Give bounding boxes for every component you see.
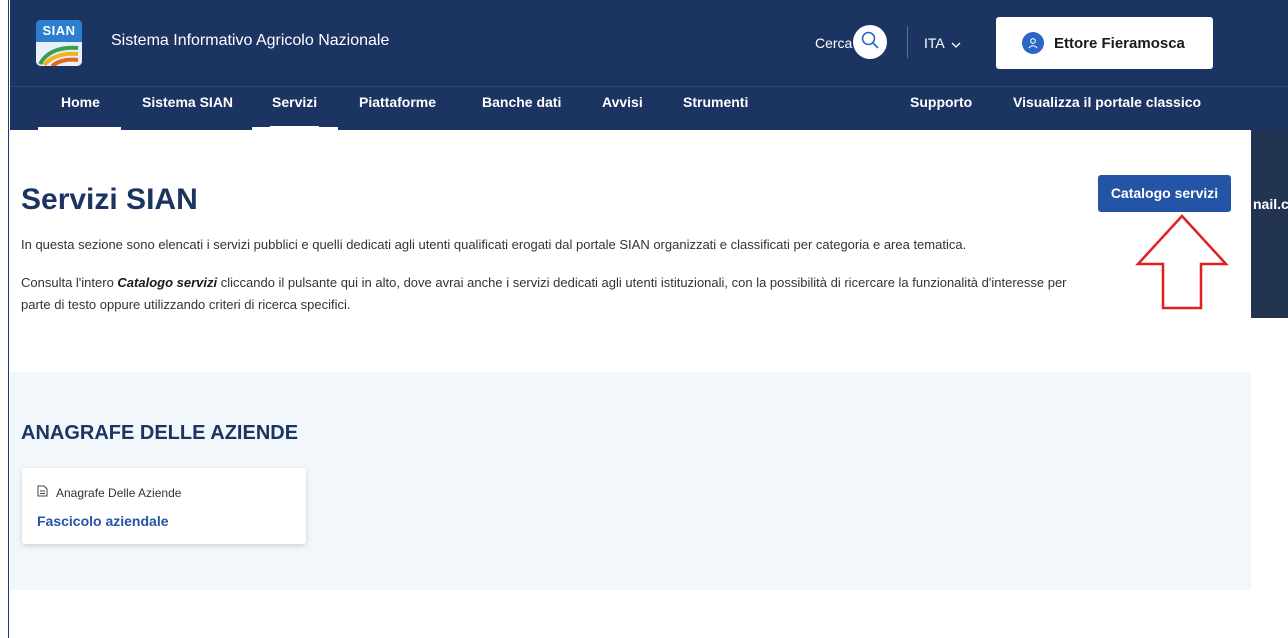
nav-label: Strumenti xyxy=(683,94,749,110)
section-title: ANAGRAFE DELLE AZIENDE xyxy=(21,422,299,444)
main-nav: Home Sistema SIAN Servizi Piattaforme Ba… xyxy=(10,86,1288,130)
nav-label: Home xyxy=(61,94,100,110)
user-name: Ettore Fieramosca xyxy=(1054,34,1185,52)
service-card[interactable]: Anagrafe Delle Aziende Fascicolo azienda… xyxy=(22,468,306,544)
nav-label: Visualizza il portale classico xyxy=(1013,94,1202,110)
chevron-down-icon xyxy=(951,35,961,51)
window-frame xyxy=(0,0,9,638)
arrow-up-annotation xyxy=(1135,214,1229,310)
catalog-emphasis: Catalogo servizi xyxy=(117,275,218,290)
side-banner-text: nail.co xyxy=(1253,196,1288,212)
user-icon xyxy=(1022,32,1044,54)
search-icon xyxy=(861,31,879,54)
nav-label: Piattaforme xyxy=(359,94,437,110)
header-divider xyxy=(907,26,908,58)
nav-underline-servizi xyxy=(252,127,338,130)
language-label: ITA xyxy=(924,35,945,51)
nav-servizi[interactable]: Servizi xyxy=(269,87,320,130)
nav-banche-dati[interactable]: Banche dati xyxy=(482,87,561,130)
fascicolo-aziendale-link[interactable]: Fascicolo aziendale xyxy=(37,513,169,529)
side-banner: nail.co xyxy=(1251,130,1288,318)
section-anagrafe: ANAGRAFE DELLE AZIENDE Anagrafe Delle Az… xyxy=(10,372,1251,590)
sian-logo[interactable]: SIAN xyxy=(36,20,82,66)
logo-text: SIAN xyxy=(36,20,82,42)
card-category: Anagrafe Delle Aziende xyxy=(37,485,181,500)
nav-underline-home xyxy=(38,127,121,130)
nav-avvisi[interactable]: Avvisi xyxy=(602,87,643,130)
nav-strumenti[interactable]: Strumenti xyxy=(683,87,748,130)
nav-label: Banche dati xyxy=(482,94,562,110)
nav-label: Supporto xyxy=(910,94,973,110)
search-button[interactable] xyxy=(853,25,887,59)
nav-home[interactable]: Home xyxy=(61,87,100,130)
nav-label: Sistema SIAN xyxy=(142,94,234,110)
user-account-button[interactable]: Ettore Fieramosca xyxy=(996,17,1213,69)
intro-text: Consulta l'intero xyxy=(21,275,118,290)
nav-supporto[interactable]: Supporto xyxy=(910,87,972,130)
card-category-label: Anagrafe Delle Aziende xyxy=(56,485,182,500)
language-selector[interactable]: ITA xyxy=(924,35,961,51)
nav-label: Servizi xyxy=(272,94,318,110)
nav-piattaforme[interactable]: Piattaforme xyxy=(359,87,436,130)
nav-sistema-sian[interactable]: Sistema SIAN xyxy=(142,87,233,130)
catalog-services-button[interactable]: Catalogo servizi xyxy=(1098,175,1231,212)
intro-paragraph-catalog: Consulta l'intero Catalogo servizi clicc… xyxy=(21,272,1081,316)
site-title[interactable]: Sistema Informativo Agricolo Nazionale xyxy=(111,32,389,50)
document-icon xyxy=(37,485,48,500)
nav-portale-classico[interactable]: Visualizza il portale classico xyxy=(1013,87,1201,130)
site-header: SIAN Sistema Informativo Agricolo Nazion… xyxy=(10,0,1288,86)
search-label[interactable]: Cerca xyxy=(815,35,852,51)
nav-label: Avvisi xyxy=(602,94,643,110)
intro-paragraph: In questa sezione sono elencati i serviz… xyxy=(21,237,967,252)
page-title: Servizi SIAN xyxy=(21,183,198,216)
